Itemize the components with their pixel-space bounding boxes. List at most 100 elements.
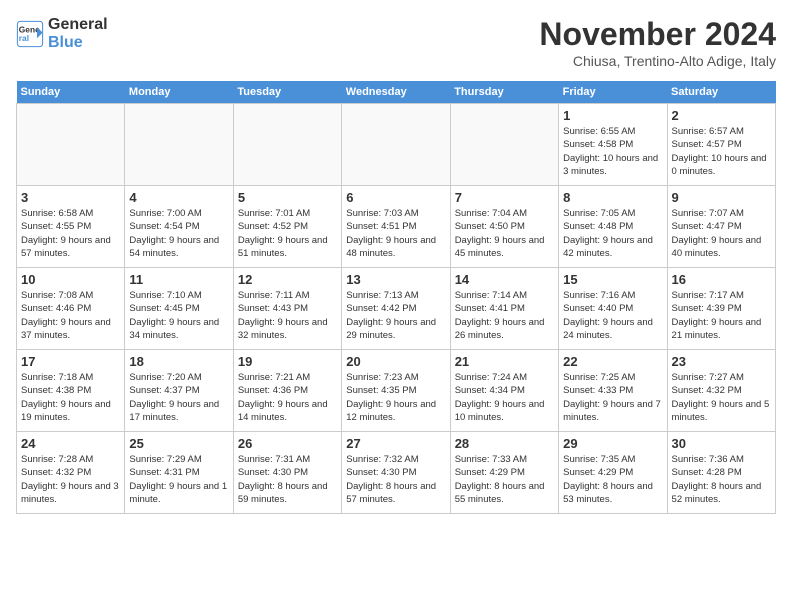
calendar-cell: 6 Sunrise: 7:03 AM Sunset: 4:51 PM Daylig… xyxy=(342,186,450,268)
day-number: 22 xyxy=(563,354,662,369)
calendar-cell: 14Sunrise: 7:14 AM Sunset: 4:41 PM Dayli… xyxy=(450,268,558,350)
day-info: Sunrise: 7:07 AM Sunset: 4:47 PM Dayligh… xyxy=(672,207,771,260)
calendar-cell: 19 Sunrise: 7:21 AM Sunset: 4:36 PM Dayli… xyxy=(233,350,341,432)
location-subtitle: Chiusa, Trentino-Alto Adige, Italy xyxy=(539,53,776,69)
day-number: 1 xyxy=(563,108,662,123)
day-info: Sunrise: 7:25 AM Sunset: 4:33 PM Dayligh… xyxy=(563,371,662,424)
col-header-sunday: Sunday xyxy=(17,81,125,104)
calendar-cell: 29 Sunrise: 7:35 AM Sunset: 4:29 PM Dayli… xyxy=(559,432,667,514)
day-number: 23 xyxy=(672,354,771,369)
day-info: Sunrise: 7:16 AM Sunset: 4:40 PM Dayligh… xyxy=(563,289,662,342)
day-info: Sunrise: 7:23 AM Sunset: 4:35 PM Dayligh… xyxy=(346,371,445,424)
day-number: 17 xyxy=(21,354,120,369)
title-section: November 2024 Chiusa, Trentino-Alto Adig… xyxy=(539,16,776,69)
calendar-week-4: 17 Sunrise: 7:18 AM Sunset: 4:38 PM Dayli… xyxy=(17,350,776,432)
day-info: Sunrise: 7:36 AM Sunset: 4:28 PM Dayligh… xyxy=(672,453,771,506)
calendar-cell: 9 Sunrise: 7:07 AM Sunset: 4:47 PM Daylig… xyxy=(667,186,775,268)
calendar-cell: 21 Sunrise: 7:24 AM Sunset: 4:34 PM Dayli… xyxy=(450,350,558,432)
page-container: Gene ral General Blue November 2024 Chiu… xyxy=(0,0,792,522)
day-number: 20 xyxy=(346,354,445,369)
day-info: Sunrise: 7:11 AM Sunset: 4:43 PM Dayligh… xyxy=(238,289,337,342)
day-info: Sunrise: 6:55 AM Sunset: 4:58 PM Dayligh… xyxy=(563,125,662,178)
day-number: 4 xyxy=(129,190,228,205)
calendar-cell: 17 Sunrise: 7:18 AM Sunset: 4:38 PM Dayli… xyxy=(17,350,125,432)
day-info: Sunrise: 6:58 AM Sunset: 4:55 PM Dayligh… xyxy=(21,207,120,260)
calendar-cell: 23 Sunrise: 7:27 AM Sunset: 4:32 PM Dayli… xyxy=(667,350,775,432)
calendar-cell: 4 Sunrise: 7:00 AM Sunset: 4:54 PM Daylig… xyxy=(125,186,233,268)
day-info: Sunrise: 7:35 AM Sunset: 4:29 PM Dayligh… xyxy=(563,453,662,506)
col-header-friday: Friday xyxy=(559,81,667,104)
day-info: Sunrise: 7:03 AM Sunset: 4:51 PM Dayligh… xyxy=(346,207,445,260)
calendar-cell: 11 Sunrise: 7:10 AM Sunset: 4:45 PM Dayli… xyxy=(125,268,233,350)
calendar-week-2: 3 Sunrise: 6:58 AM Sunset: 4:55 PM Daylig… xyxy=(17,186,776,268)
svg-text:ral: ral xyxy=(19,33,29,43)
calendar-week-3: 10 Sunrise: 7:08 AM Sunset: 4:46 PM Dayli… xyxy=(17,268,776,350)
day-number: 13 xyxy=(346,272,445,287)
day-number: 27 xyxy=(346,436,445,451)
calendar-cell: 7 Sunrise: 7:04 AM Sunset: 4:50 PM Daylig… xyxy=(450,186,558,268)
calendar-week-5: 24Sunrise: 7:28 AM Sunset: 4:32 PM Dayli… xyxy=(17,432,776,514)
day-info: Sunrise: 7:00 AM Sunset: 4:54 PM Dayligh… xyxy=(129,207,228,260)
day-number: 5 xyxy=(238,190,337,205)
day-info: Sunrise: 7:24 AM Sunset: 4:34 PM Dayligh… xyxy=(455,371,554,424)
calendar-cell xyxy=(17,104,125,186)
calendar-cell: 13 Sunrise: 7:13 AM Sunset: 4:42 PM Dayli… xyxy=(342,268,450,350)
day-number: 3 xyxy=(21,190,120,205)
day-info: Sunrise: 7:31 AM Sunset: 4:30 PM Dayligh… xyxy=(238,453,337,506)
day-number: 28 xyxy=(455,436,554,451)
col-header-monday: Monday xyxy=(125,81,233,104)
calendar-cell: 27Sunrise: 7:32 AM Sunset: 4:30 PM Dayli… xyxy=(342,432,450,514)
calendar-cell xyxy=(342,104,450,186)
day-number: 21 xyxy=(455,354,554,369)
day-number: 15 xyxy=(563,272,662,287)
day-info: Sunrise: 7:18 AM Sunset: 4:38 PM Dayligh… xyxy=(21,371,120,424)
month-year-title: November 2024 xyxy=(539,16,776,53)
calendar-cell: 15 Sunrise: 7:16 AM Sunset: 4:40 PM Dayli… xyxy=(559,268,667,350)
calendar-cell: 30 Sunrise: 7:36 AM Sunset: 4:28 PM Dayli… xyxy=(667,432,775,514)
day-info: Sunrise: 7:13 AM Sunset: 4:42 PM Dayligh… xyxy=(346,289,445,342)
day-number: 6 xyxy=(346,190,445,205)
col-header-tuesday: Tuesday xyxy=(233,81,341,104)
calendar-cell: 8 Sunrise: 7:05 AM Sunset: 4:48 PM Daylig… xyxy=(559,186,667,268)
day-number: 11 xyxy=(129,272,228,287)
day-info: Sunrise: 7:20 AM Sunset: 4:37 PM Dayligh… xyxy=(129,371,228,424)
day-info: Sunrise: 7:10 AM Sunset: 4:45 PM Dayligh… xyxy=(129,289,228,342)
day-info: Sunrise: 7:27 AM Sunset: 4:32 PM Dayligh… xyxy=(672,371,771,424)
calendar-cell: 25Sunrise: 7:29 AM Sunset: 4:31 PM Dayli… xyxy=(125,432,233,514)
day-info: Sunrise: 7:04 AM Sunset: 4:50 PM Dayligh… xyxy=(455,207,554,260)
col-header-wednesday: Wednesday xyxy=(342,81,450,104)
calendar-cell: 24Sunrise: 7:28 AM Sunset: 4:32 PM Dayli… xyxy=(17,432,125,514)
day-number: 7 xyxy=(455,190,554,205)
page-header: Gene ral General Blue November 2024 Chiu… xyxy=(16,16,776,69)
day-number: 19 xyxy=(238,354,337,369)
day-info: Sunrise: 7:01 AM Sunset: 4:52 PM Dayligh… xyxy=(238,207,337,260)
col-header-thursday: Thursday xyxy=(450,81,558,104)
calendar-cell: 1 Sunrise: 6:55 AM Sunset: 4:58 PM Daylig… xyxy=(559,104,667,186)
calendar-cell: 16 Sunrise: 7:17 AM Sunset: 4:39 PM Dayli… xyxy=(667,268,775,350)
day-info: Sunrise: 7:21 AM Sunset: 4:36 PM Dayligh… xyxy=(238,371,337,424)
day-info: Sunrise: 7:33 AM Sunset: 4:29 PM Dayligh… xyxy=(455,453,554,506)
day-info: Sunrise: 7:14 AM Sunset: 4:41 PM Dayligh… xyxy=(455,289,554,342)
calendar-week-1: 1 Sunrise: 6:55 AM Sunset: 4:58 PM Daylig… xyxy=(17,104,776,186)
day-number: 9 xyxy=(672,190,771,205)
day-number: 8 xyxy=(563,190,662,205)
calendar-cell: 20 Sunrise: 7:23 AM Sunset: 4:35 PM Dayli… xyxy=(342,350,450,432)
day-info: Sunrise: 7:08 AM Sunset: 4:46 PM Dayligh… xyxy=(21,289,120,342)
calendar-cell: 22 Sunrise: 7:25 AM Sunset: 4:33 PM Dayli… xyxy=(559,350,667,432)
day-number: 16 xyxy=(672,272,771,287)
calendar-cell: 3 Sunrise: 6:58 AM Sunset: 4:55 PM Daylig… xyxy=(17,186,125,268)
calendar-cell xyxy=(233,104,341,186)
day-info: Sunrise: 7:05 AM Sunset: 4:48 PM Dayligh… xyxy=(563,207,662,260)
day-number: 10 xyxy=(21,272,120,287)
day-info: Sunrise: 6:57 AM Sunset: 4:57 PM Dayligh… xyxy=(672,125,771,178)
col-header-saturday: Saturday xyxy=(667,81,775,104)
calendar-cell: 12Sunrise: 7:11 AM Sunset: 4:43 PM Dayli… xyxy=(233,268,341,350)
day-info: Sunrise: 7:29 AM Sunset: 4:31 PM Dayligh… xyxy=(129,453,228,506)
day-info: Sunrise: 7:17 AM Sunset: 4:39 PM Dayligh… xyxy=(672,289,771,342)
calendar-cell: 28 Sunrise: 7:33 AM Sunset: 4:29 PM Dayli… xyxy=(450,432,558,514)
calendar-cell: 2Sunrise: 6:57 AM Sunset: 4:57 PM Daylig… xyxy=(667,104,775,186)
calendar-cell: 26 Sunrise: 7:31 AM Sunset: 4:30 PM Dayli… xyxy=(233,432,341,514)
day-number: 29 xyxy=(563,436,662,451)
day-number: 26 xyxy=(238,436,337,451)
day-number: 30 xyxy=(672,436,771,451)
